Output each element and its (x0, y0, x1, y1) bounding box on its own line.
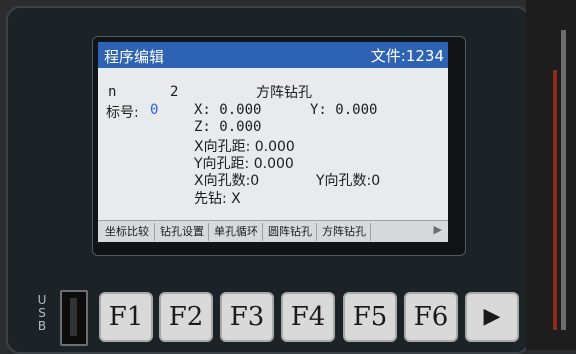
z-coordinate[interactable]: Z: 0.000 (194, 119, 261, 135)
n-value: 2 (170, 84, 179, 100)
f6-key[interactable]: F6 (404, 292, 458, 342)
tab-more-icon[interactable]: ▶ (434, 223, 442, 236)
usb-port[interactable] (60, 290, 88, 346)
tab-square-array[interactable]: 方阵钻孔 (318, 223, 371, 241)
x-count[interactable]: X向孔数:0 (194, 170, 259, 190)
x-coordinate[interactable]: X: 0.000 (194, 102, 261, 118)
cable-white (561, 30, 566, 330)
f4-key[interactable]: F4 (281, 292, 335, 342)
program-name: 方阵钻孔 (256, 85, 312, 101)
screen-title: 程序编辑 (104, 48, 165, 66)
f5-key[interactable]: F5 (343, 292, 397, 342)
cable-red (553, 70, 557, 330)
title-bar: 程序编辑 文件:1234 (98, 42, 448, 68)
f1-key[interactable]: F1 (99, 292, 153, 342)
y-coordinate[interactable]: Y: 0.000 (310, 102, 377, 118)
enclosure-edge (526, 0, 576, 350)
tag-label: 标号: (106, 105, 139, 121)
program-content: n 2 方阵钻孔 标号: 0 X: 0.000 Y: 0.000 Z: 0.00… (98, 68, 448, 222)
f2-key[interactable]: F2 (159, 292, 213, 342)
usb-letter: B (37, 319, 47, 333)
f3-key[interactable]: F3 (220, 292, 274, 342)
tab-circular-array[interactable]: 圆阵钻孔 (264, 223, 317, 241)
tab-single-hole-cycle[interactable]: 单孔循环 (210, 223, 263, 241)
tag-value[interactable]: 0 (150, 102, 158, 118)
y-count[interactable]: Y向孔数:0 (316, 170, 380, 190)
usb-label: U S B (35, 294, 49, 333)
first-drill[interactable]: 先钻: X (194, 188, 241, 208)
softkey-tab-bar: 坐标比较 钻孔设置 单孔循环 圆阵钻孔 方阵钻孔 ▶ (98, 220, 448, 242)
tab-coordinate-compare[interactable]: 坐标比较 (100, 223, 155, 241)
n-label: n (108, 84, 117, 100)
tab-drill-settings[interactable]: 钻孔设置 (156, 223, 209, 241)
lcd-screen: 程序编辑 文件:1234 n 2 方阵钻孔 标号: 0 X: 0.000 Y: … (98, 42, 448, 242)
play-key[interactable]: ▶ (465, 292, 519, 342)
file-label: 文件:1234 (370, 47, 444, 65)
